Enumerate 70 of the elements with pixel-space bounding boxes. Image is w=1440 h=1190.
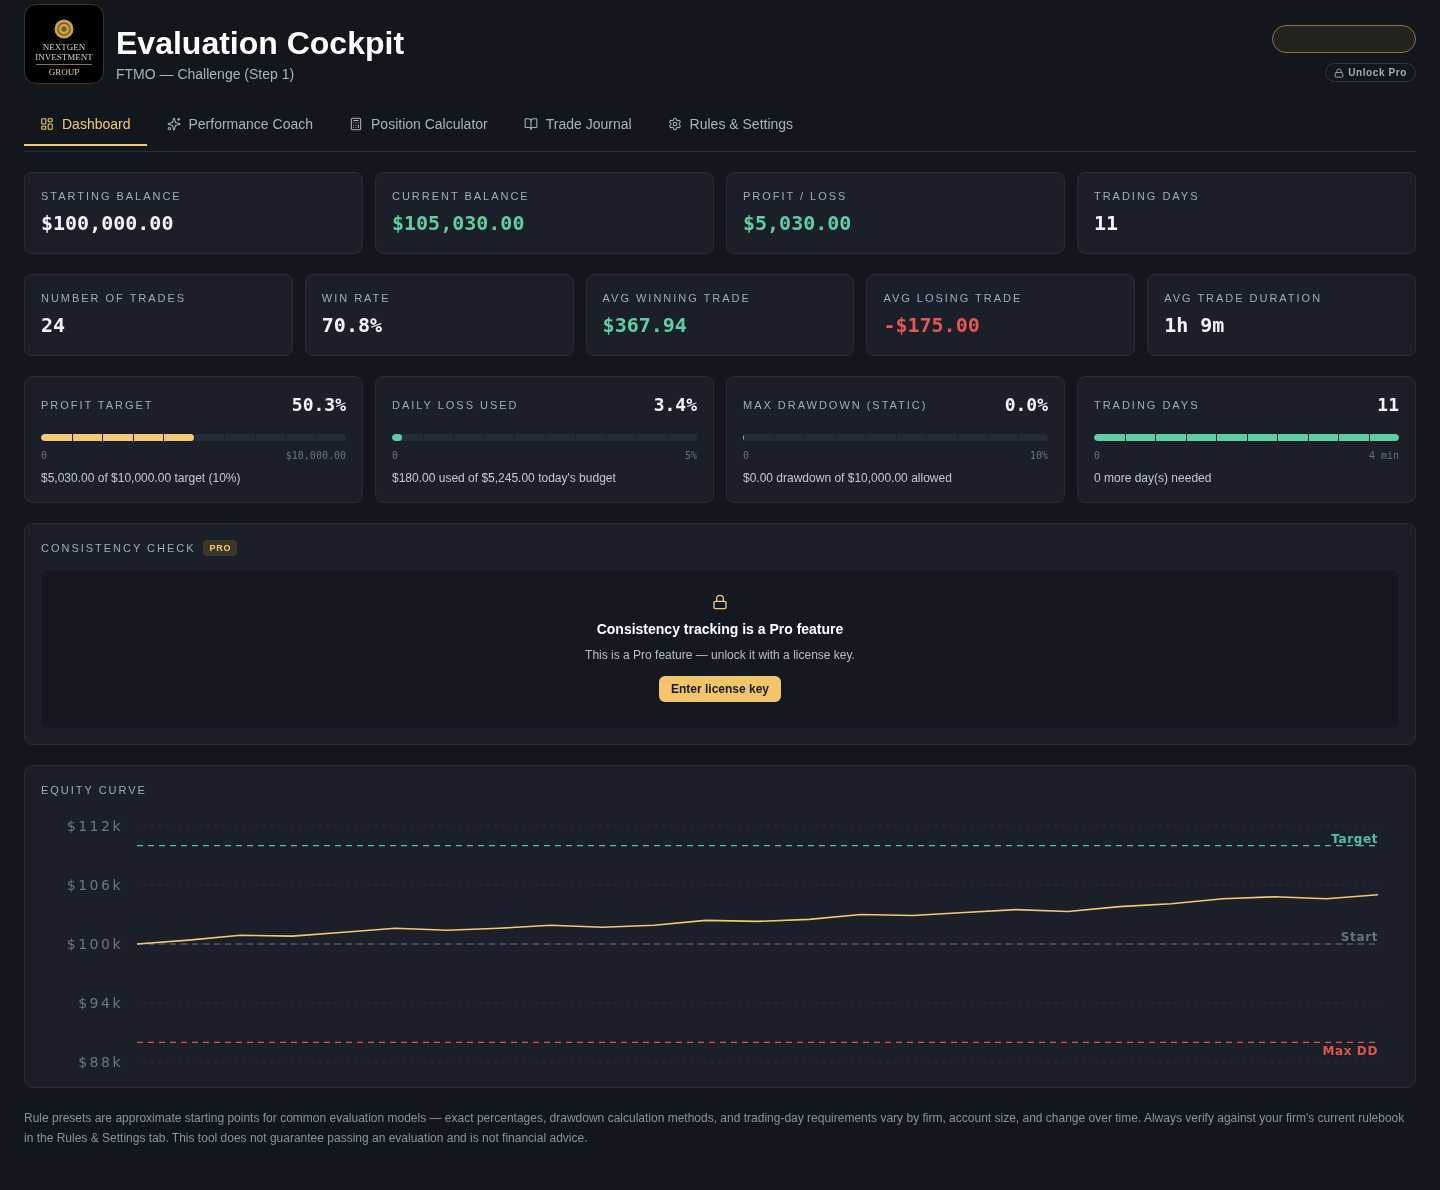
tab[interactable]: Trade Journal bbox=[507, 104, 648, 146]
stat-value: -$175.00 bbox=[883, 312, 981, 339]
scale-max-label: 5% bbox=[684, 449, 697, 463]
stat-value: $100,000.00 bbox=[41, 210, 175, 237]
sparkle-icon bbox=[166, 117, 181, 131]
stat-value: 70.8% bbox=[321, 312, 383, 339]
card-title: EQUITY CURVE bbox=[41, 783, 148, 798]
scale-max-label: $10,000.00 bbox=[285, 449, 346, 463]
axis-label: $106k bbox=[66, 877, 123, 893]
reference-label: Target bbox=[1331, 831, 1378, 846]
license-key-button[interactable]: Enter license key bbox=[658, 676, 782, 702]
progress-label: DAILY LOSS USED bbox=[392, 398, 519, 413]
stat-label: NUMBER OF TRADES bbox=[41, 291, 188, 306]
axis-label: $100k bbox=[66, 936, 123, 952]
lock-icon bbox=[712, 594, 728, 610]
stat-label: PROFIT / LOSS bbox=[743, 189, 849, 204]
page-subtitle: FTMO — Challenge (Step 1) bbox=[116, 65, 296, 84]
scale-min-label: 0 bbox=[1094, 449, 1101, 463]
pro-badge: PRO bbox=[203, 540, 238, 556]
stat-label: AVG WINNING TRADE bbox=[602, 291, 752, 306]
scale-max-label: 4 min bbox=[1368, 449, 1399, 463]
calculator-icon bbox=[349, 117, 363, 131]
progress-label: MAX DRAWDOWN (STATIC) bbox=[743, 398, 928, 413]
emblem-icon bbox=[54, 19, 74, 39]
book-icon bbox=[523, 117, 538, 131]
reference-label: Start bbox=[1340, 930, 1378, 944]
stat-value: $105,030.00 bbox=[392, 210, 526, 237]
stat-value: 11 bbox=[1094, 210, 1120, 237]
stat-label: TRADING DAYS bbox=[1094, 189, 1201, 204]
stat-label: AVG LOSING TRADE bbox=[883, 291, 1024, 306]
stat-value: $5,030.00 bbox=[743, 210, 853, 237]
disclaimer-text: Rule presets are approximate starting points for common evaluation models — exact percentages, drawdown calculation methods, and trading-day requirements vary by firm, account size, and change over time. Always verify against your firm's current rulebook in the Rules & Settings tab. This tool does not guarantee passing an evaluation and is not financial advice. bbox=[24, 1110, 1406, 1147]
logo-text: NEXTGEN INVESTMENT bbox=[34, 42, 94, 62]
stat-label: CURRENT BALANCE bbox=[392, 189, 531, 204]
progress-reading: 50.3% bbox=[291, 393, 346, 417]
tab[interactable]: Performance Coach bbox=[150, 104, 329, 146]
stat-value: $367.94 bbox=[602, 312, 688, 339]
progress-note: $180.00 used of $5,245.00 today's budget bbox=[392, 470, 617, 486]
card-title: CONSISTENCY CHECK bbox=[41, 541, 196, 556]
progress-label: PROFIT TARGET bbox=[41, 398, 154, 413]
progress-reading: 11 bbox=[1377, 393, 1399, 417]
axis-label: $88k bbox=[78, 1054, 123, 1070]
progress-note: $0.00 drawdown of $10,000.00 allowed bbox=[743, 470, 953, 486]
scale-min-label: 0 bbox=[743, 449, 750, 463]
stat-label: STARTING BALANCE bbox=[41, 189, 183, 204]
stat-value: 1h 9m bbox=[1164, 312, 1226, 339]
scale-min-label: 0 bbox=[392, 449, 399, 463]
settings-icon bbox=[667, 117, 682, 131]
progress-note: $5,030.00 of $10,000.00 target (10%) bbox=[41, 470, 242, 486]
scale-max-label: 10% bbox=[1029, 449, 1048, 463]
locked-heading: Consistency tracking is a Pro feature bbox=[596, 620, 844, 639]
stat-label: WIN RATE bbox=[321, 291, 392, 306]
reference-label: Max DD bbox=[1322, 1044, 1378, 1059]
lock-icon bbox=[1334, 67, 1345, 78]
progress-label: TRADING DAYS bbox=[1094, 398, 1200, 413]
grid-icon bbox=[40, 117, 54, 131]
stat-label: AVG TRADE DURATION bbox=[1164, 291, 1324, 306]
scale-min-label: 0 bbox=[41, 449, 48, 463]
tab[interactable]: Position Calculator bbox=[333, 104, 504, 146]
logo-text: GROUP bbox=[48, 67, 80, 77]
page-title: Evaluation Cockpit bbox=[116, 24, 405, 62]
progress-note: 0 more day(s) needed bbox=[1094, 470, 1213, 486]
tab[interactable]: Dashboard bbox=[24, 104, 147, 146]
progress-reading: 0.0% bbox=[1004, 393, 1048, 417]
tab[interactable]: Rules & Settings bbox=[651, 104, 810, 146]
axis-label: $94k bbox=[78, 995, 123, 1011]
progress-reading: 3.4% bbox=[653, 393, 697, 417]
axis-label: $112k bbox=[66, 818, 123, 834]
locked-message: This is a Pro feature — unlock it with a license key. bbox=[585, 647, 855, 663]
stat-value: 24 bbox=[41, 312, 67, 339]
